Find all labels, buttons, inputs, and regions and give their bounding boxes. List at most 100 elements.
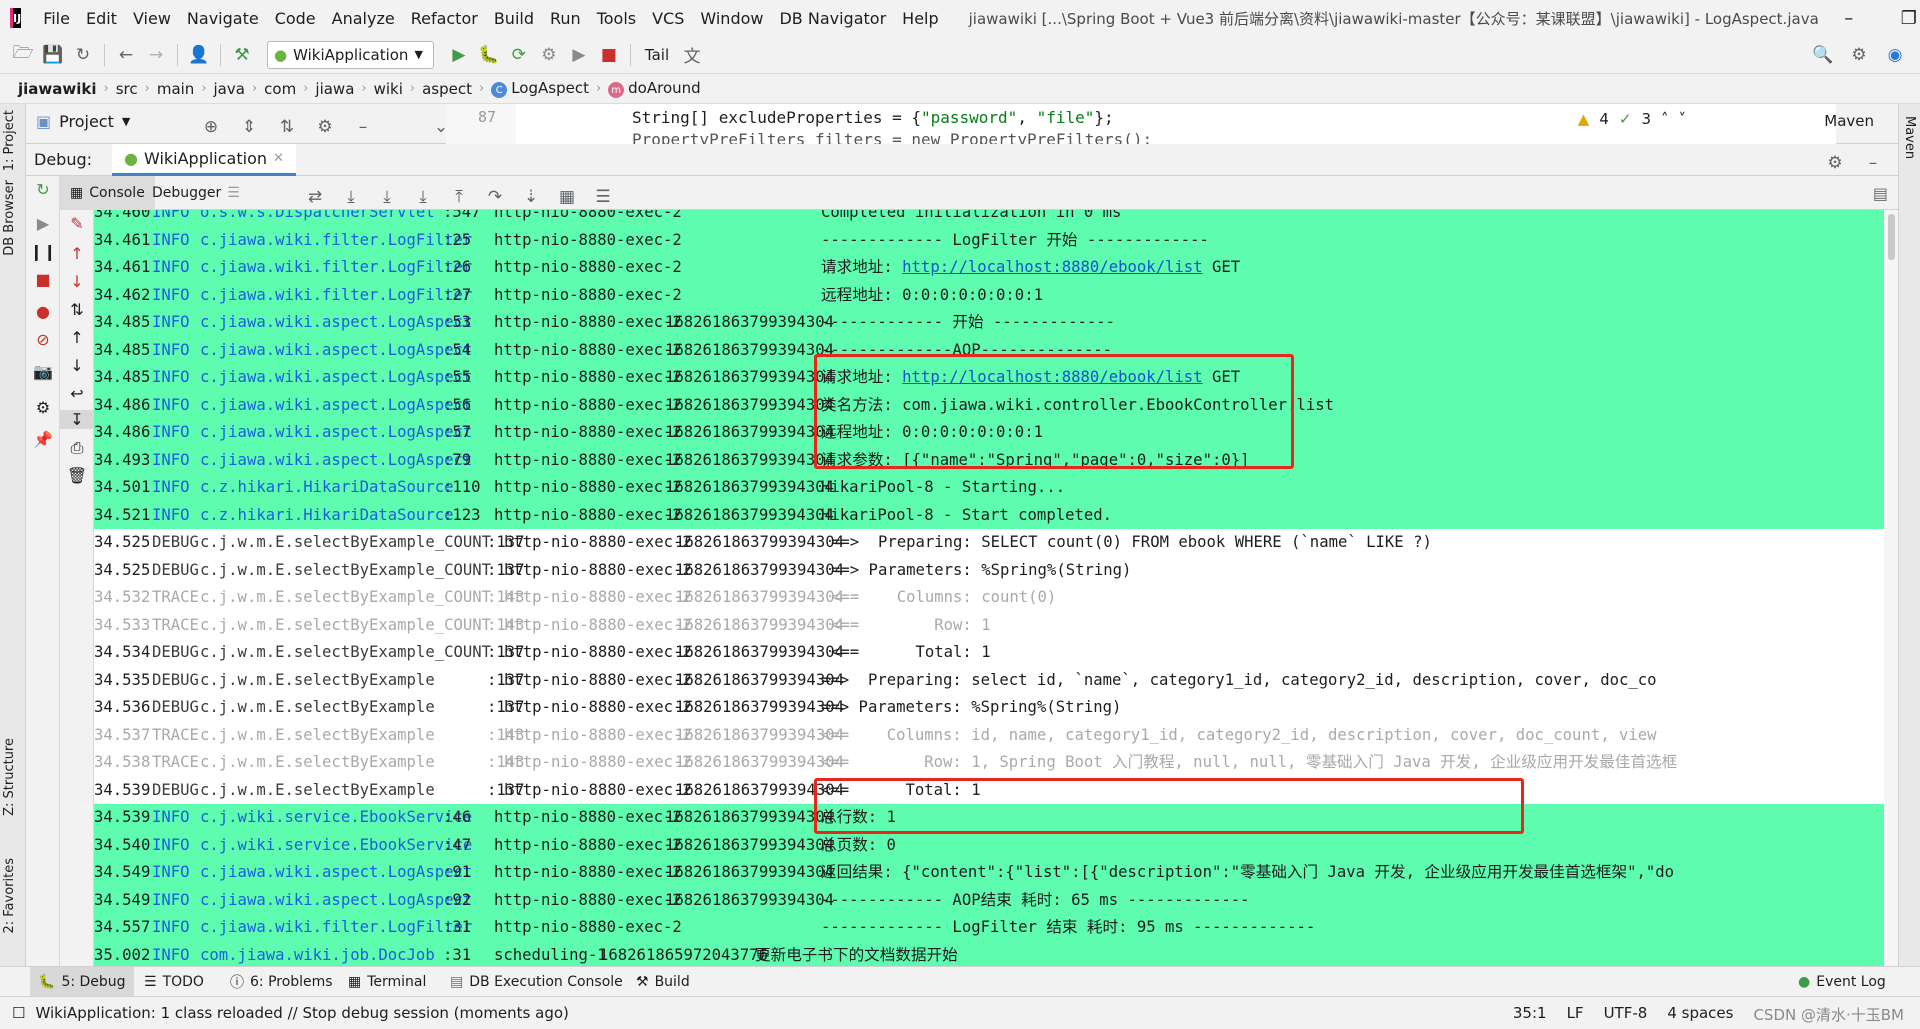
translate-icon[interactable]: 文 [677, 40, 707, 70]
favorites-tool-tab[interactable]: 2: Favorites [2, 858, 17, 934]
menu-build[interactable]: Build [486, 9, 542, 28]
breadcrumb-com[interactable]: com [260, 80, 300, 98]
step-over-icon[interactable]: ⤓ [336, 182, 366, 212]
run-icon[interactable]: ▶ [444, 40, 474, 70]
breadcrumb-project[interactable]: jiawawiki [14, 80, 101, 98]
force-step-into-icon[interactable]: ⤓ [408, 182, 438, 212]
breadcrumb-method[interactable]: m doAround [604, 79, 705, 99]
expand-all-icon[interactable]: ⇕ [234, 112, 264, 142]
code-editor[interactable]: 87 String[] excludeProperties = {"passwo… [446, 104, 1836, 144]
db-browser-tool-tab[interactable]: DB Browser [2, 180, 17, 256]
project-tool-tab[interactable]: 1: Project [2, 110, 17, 171]
minimize-icon[interactable]: – [1819, 8, 1879, 29]
tab-todo[interactable]: ☰ TODO [136, 967, 212, 997]
forward-arrow-icon[interactable]: → [141, 40, 171, 70]
menu-edit[interactable]: Edit [78, 9, 125, 28]
menu-vcs[interactable]: VCS [644, 9, 692, 28]
back-arrow-icon[interactable]: ← [111, 40, 141, 70]
run-configuration-select[interactable]: ● WikiApplication ▼ [267, 40, 434, 69]
hide-icon[interactable]: – [348, 112, 378, 142]
sync-icon[interactable]: ↻ [68, 40, 98, 70]
down-arrow-icon[interactable]: ↓ [60, 272, 94, 291]
pause-icon[interactable]: ❙❙ [26, 242, 60, 261]
scroll-down-icon[interactable]: ↓ [60, 356, 94, 375]
camera-icon[interactable]: 📷 [26, 362, 60, 381]
menu-view[interactable]: View [125, 9, 179, 28]
attach-icon[interactable]: ▶ [564, 40, 594, 70]
settings-gear-icon[interactable]: ⚙ [1844, 40, 1874, 70]
tab-event-log[interactable]: ● Event Log [1790, 967, 1894, 997]
locate-icon[interactable]: ⊕ [196, 112, 226, 142]
tab-debug[interactable]: 🐛 5: Debug [30, 967, 134, 997]
inspection-widget[interactable]: ▲ 4 ✓ 3 ˄ ˅ [1578, 110, 1686, 128]
console-output[interactable]: 34.460 INFO o.s.w.s.DispatcherServlet:547 h… [94, 210, 1898, 966]
menu-run[interactable]: Run [542, 9, 589, 28]
breadcrumb-main[interactable]: main [153, 80, 198, 98]
evaluate-icon[interactable]: ▦ [552, 182, 582, 212]
menu-window[interactable]: Window [692, 9, 771, 28]
maven-side-tab[interactable]: Maven [1902, 116, 1917, 159]
scroll-up-icon[interactable]: ↑ [60, 328, 94, 347]
drop-frame-icon[interactable]: ↷ [480, 182, 510, 212]
profile-icon[interactable]: ⚙ [534, 40, 564, 70]
stop-icon[interactable]: ■ [594, 40, 624, 70]
stop-icon[interactable]: ■ [26, 270, 60, 289]
settings-gear-icon[interactable]: ⚙ [26, 398, 60, 417]
open-folder-icon[interactable]: 🗁 [8, 40, 38, 70]
view-breakpoints-icon[interactable]: ● [26, 302, 60, 321]
hide-icon[interactable]: – [1858, 148, 1888, 178]
sort-icon[interactable]: ⇅ [60, 300, 94, 319]
user-icon[interactable]: 👤 [184, 40, 214, 70]
run-to-cursor-icon[interactable]: ⇣ [516, 182, 546, 212]
rerun-icon[interactable]: ↻ [26, 180, 60, 199]
breadcrumb-aspect[interactable]: aspect [418, 80, 476, 98]
collapse-all-icon[interactable]: ⇅ [272, 112, 302, 142]
mute-breakpoints-icon[interactable]: ⊘ [26, 330, 60, 349]
close-tab-icon[interactable]: ✕ [273, 151, 284, 166]
up-arrow-icon[interactable]: ↑ [60, 244, 94, 263]
breadcrumb-src[interactable]: src [112, 80, 142, 98]
menu-db-navigator[interactable]: DB Navigator [771, 9, 894, 28]
menu-refactor[interactable]: Refactor [403, 9, 486, 28]
pin-icon[interactable]: 📌 [26, 430, 60, 449]
line-separator[interactable]: LF [1567, 1004, 1584, 1025]
menu-tools[interactable]: Tools [589, 9, 644, 28]
trash-icon[interactable]: 🗑 [60, 466, 94, 485]
log-url-link[interactable]: http://localhost:8880/ebook/list [902, 258, 1202, 276]
chevron-down-icon[interactable]: ˅ [1679, 110, 1687, 128]
console-scrollbar[interactable] [1884, 210, 1898, 966]
menu-file[interactable]: File [35, 9, 78, 28]
debug-session-tab[interactable]: ● WikiApplication ✕ [112, 144, 296, 176]
search-icon[interactable]: 🔍 [1808, 40, 1838, 70]
debug-bug-icon[interactable]: 🐛 [474, 40, 504, 70]
tail-button[interactable]: Tail [637, 46, 677, 64]
restore-icon[interactable]: ❐ [1879, 8, 1920, 29]
tab-console[interactable]: ▦ Console [60, 176, 155, 210]
soft-wrap-icon[interactable]: ↩ [60, 384, 94, 403]
menu-help[interactable]: Help [894, 9, 946, 28]
settings-gear-icon[interactable]: ⚙ [1820, 148, 1850, 178]
toolbox-icon[interactable]: ◉ [1880, 40, 1910, 70]
scrollbar-thumb[interactable] [1888, 214, 1895, 260]
scroll-to-end-icon[interactable]: ↧ [60, 410, 94, 429]
maven-tool-tab[interactable]: Maven [1824, 112, 1874, 130]
clear-pen-icon[interactable]: ✎ [60, 214, 94, 233]
step-out-icon[interactable]: ⤒ [444, 182, 474, 212]
indent-setting[interactable]: 4 spaces [1667, 1004, 1733, 1025]
show-execution-point-icon[interactable]: ⇄ [300, 182, 330, 212]
tab-problems[interactable]: ⓘ 6: Problems [222, 967, 341, 997]
print-icon[interactable]: ⎙ [60, 438, 94, 458]
build-hammer-icon[interactable]: ⚒ [227, 40, 257, 70]
file-encoding[interactable]: UTF-8 [1604, 1004, 1648, 1025]
tab-debugger[interactable]: Debugger ☰ [142, 176, 250, 210]
save-all-icon[interactable]: 💾 [38, 40, 68, 70]
log-url-link[interactable]: http://localhost:8880/ebook/list [902, 368, 1202, 386]
tab-build[interactable]: ⚒ Build [628, 967, 698, 997]
tab-terminal[interactable]: ▦ Terminal [340, 967, 434, 997]
breadcrumb-java[interactable]: java [210, 80, 249, 98]
coverage-icon[interactable]: ⟳ [504, 40, 534, 70]
structure-tool-tab[interactable]: Z: Structure [2, 738, 17, 816]
trace-icon[interactable]: ☰ [588, 182, 618, 212]
cursor-position[interactable]: 35:1 [1513, 1004, 1547, 1025]
breadcrumb-wiki[interactable]: wiki [370, 80, 407, 98]
